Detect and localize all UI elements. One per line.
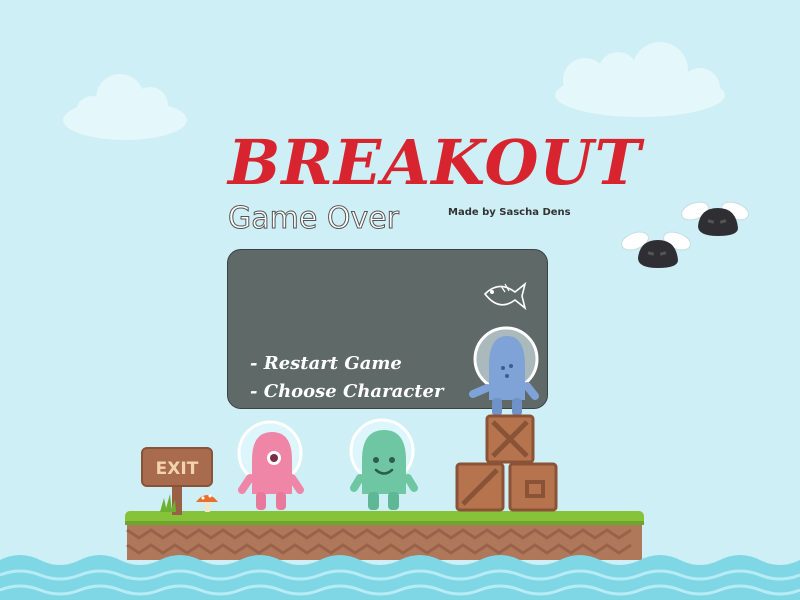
crate-stack xyxy=(455,414,558,512)
mushroom-icon xyxy=(196,494,218,512)
restart-game-button[interactable]: - Restart Game xyxy=(250,353,402,374)
cloud-right xyxy=(555,42,725,117)
flying-blob-enemy-left xyxy=(621,231,691,268)
green-alien-character[interactable] xyxy=(348,418,420,515)
wooden-crate-bottom-left xyxy=(455,462,505,512)
water xyxy=(0,555,800,600)
grass-tuft-icon xyxy=(160,494,176,512)
flying-blob-enemy-right xyxy=(681,201,749,236)
fish-icon xyxy=(483,281,527,311)
blue-alien-character[interactable] xyxy=(465,326,547,421)
exit-sign-label: EXIT xyxy=(156,459,199,479)
ground-platform xyxy=(125,511,644,560)
game-title: BREAKOUT xyxy=(228,126,642,199)
choose-character-button[interactable]: - Choose Character xyxy=(250,381,443,402)
author-credit: Made by Sascha Dens xyxy=(448,207,571,218)
cloud-left xyxy=(63,74,187,140)
pink-alien-character[interactable] xyxy=(236,420,308,515)
wooden-crate-bottom-right xyxy=(508,462,558,512)
wooden-crate-top xyxy=(485,414,535,464)
game-over-subtitle: Game Over xyxy=(227,201,400,236)
decorations xyxy=(160,494,218,512)
flying-enemies xyxy=(621,201,749,268)
